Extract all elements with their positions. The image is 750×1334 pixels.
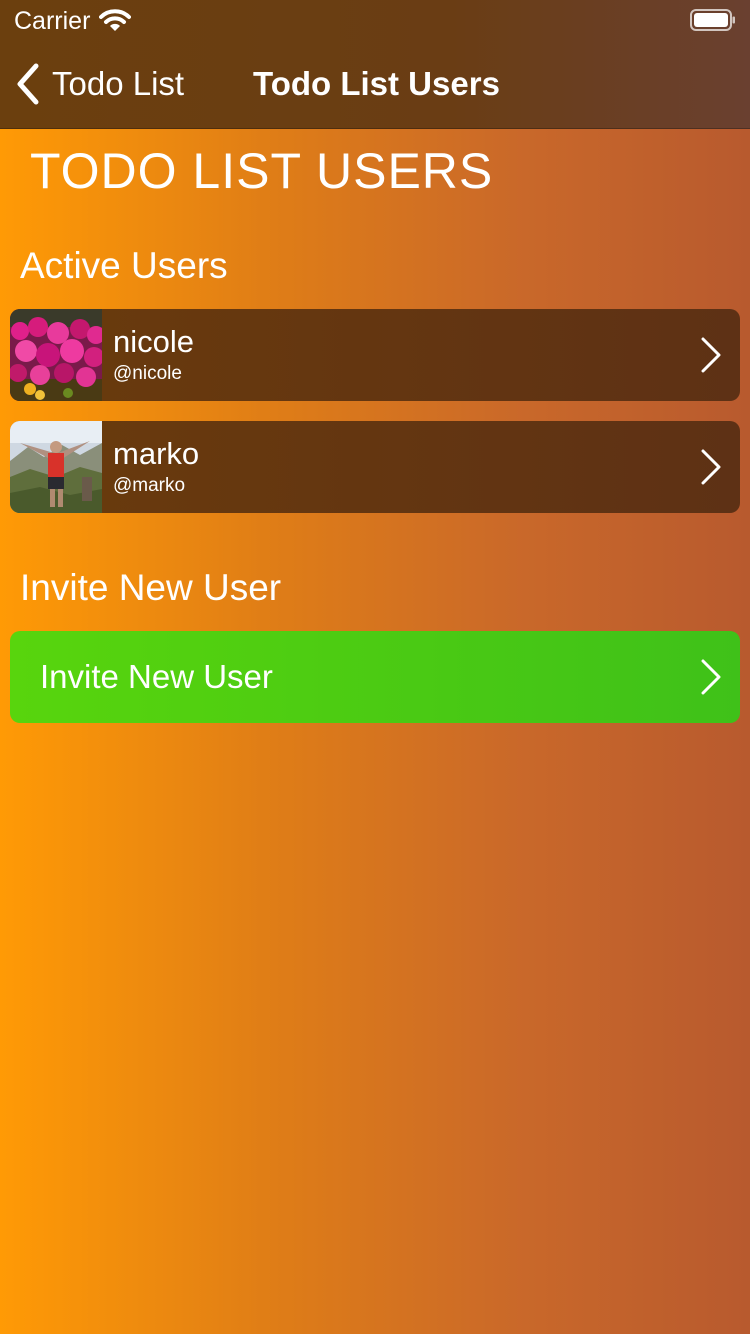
invite-button-label: Invite New User bbox=[40, 658, 273, 695]
user-handle: @nicole bbox=[113, 363, 182, 384]
chevron-right-icon bbox=[701, 337, 721, 373]
navigation-bar: Carrier Todo List Todo List Users bbox=[0, 0, 750, 129]
avatar-flower-photo bbox=[10, 309, 102, 401]
wifi-icon bbox=[99, 9, 131, 31]
avatar-mountain-photo bbox=[10, 421, 102, 513]
chevron-right-icon bbox=[701, 659, 721, 695]
active-users-section-title: Active Users bbox=[20, 245, 228, 286]
page-heading: TODO LIST USERS bbox=[30, 143, 494, 199]
invite-new-user-button[interactable]: Invite New User bbox=[10, 631, 740, 723]
carrier-label: Carrier bbox=[14, 7, 91, 35]
screen: Carrier Todo List Todo List Users TODO L… bbox=[0, 0, 750, 1334]
user-row-nicole[interactable]: nicole @nicole bbox=[10, 309, 740, 401]
battery-icon bbox=[690, 9, 735, 31]
nav-title: Todo List Users bbox=[253, 65, 500, 102]
back-button[interactable]: Todo List bbox=[14, 60, 184, 108]
user-name: nicole bbox=[113, 324, 194, 359]
back-button-label: Todo List bbox=[52, 65, 185, 102]
chevron-right-icon bbox=[701, 449, 721, 485]
user-name: marko bbox=[113, 436, 200, 471]
invite-section-title: Invite New User bbox=[20, 567, 282, 608]
user-handle: @marko bbox=[113, 475, 186, 496]
chevron-left-icon bbox=[17, 63, 39, 105]
user-row-marko[interactable]: marko @marko bbox=[10, 421, 740, 513]
